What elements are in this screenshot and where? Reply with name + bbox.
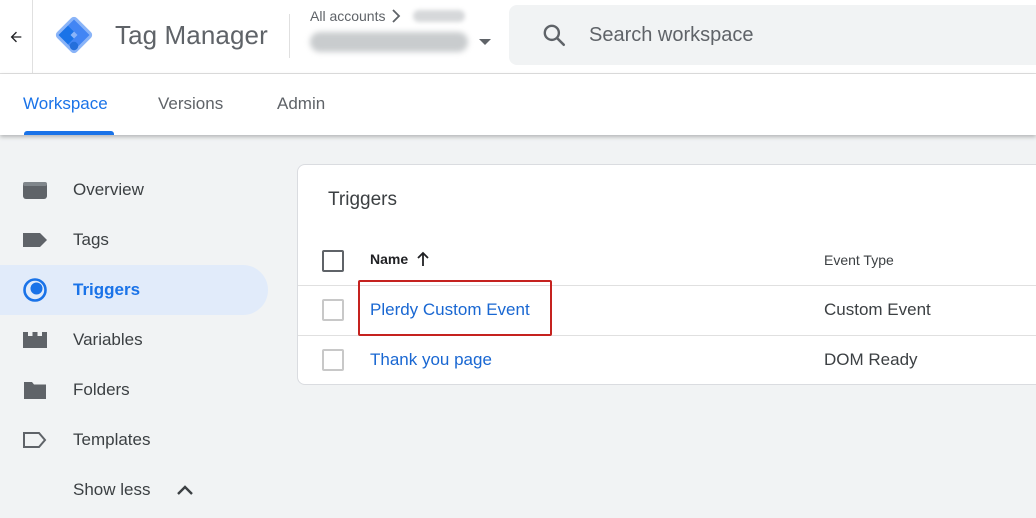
account-name-redacted <box>413 10 466 22</box>
folder-icon <box>22 378 48 402</box>
search-icon <box>543 24 566 47</box>
container-name-redacted <box>310 32 468 52</box>
sidebar-item-label: Folders <box>73 380 130 399</box>
variables-icon <box>22 328 48 352</box>
search-input[interactable] <box>589 23 1009 47</box>
table-header-row: Name Event Type <box>298 235 1036 285</box>
overview-icon <box>22 178 48 202</box>
top-bar: Tag Manager All accounts <box>0 0 1036 74</box>
trigger-icon <box>22 278 48 302</box>
sidebar-item-tags[interactable]: Tags <box>0 215 268 265</box>
tab-admin[interactable]: Admin <box>277 94 325 114</box>
dropdown-arrow-icon <box>479 39 491 45</box>
arrow-back-icon <box>10 31 22 43</box>
sidebar-item-variables[interactable]: Variables <box>0 315 268 365</box>
all-accounts-link[interactable]: All accounts <box>310 8 385 24</box>
chevron-up-icon <box>177 485 193 495</box>
account-selector[interactable]: All accounts <box>310 8 492 52</box>
sidebar-item-label: Triggers <box>73 280 141 299</box>
sidebar-item-label: Tags <box>73 230 109 249</box>
tab-workspace[interactable]: Workspace <box>23 94 108 114</box>
tag-manager-logo-icon <box>55 16 93 54</box>
sidebar-item-folders[interactable]: Folders <box>0 365 268 415</box>
trigger-name-link[interactable]: Thank you page <box>370 350 492 370</box>
back-button[interactable] <box>0 0 33 74</box>
sidebar-item-triggers[interactable]: Triggers <box>0 265 268 315</box>
chevron-right-icon <box>392 9 401 23</box>
row-checkbox[interactable] <box>322 299 344 321</box>
event-type-column-header[interactable]: Event Type <box>824 252 894 268</box>
select-all-checkbox[interactable] <box>322 250 344 272</box>
container-dropdown[interactable] <box>310 32 492 52</box>
sidebar-item-label: Variables <box>73 330 143 349</box>
table-row: Thank you page DOM Ready <box>298 335 1036 385</box>
tag-icon <box>22 228 48 252</box>
show-less-button[interactable]: Show less <box>0 465 268 515</box>
search-bar[interactable] <box>509 5 1036 65</box>
app-title: Tag Manager <box>115 20 268 50</box>
trigger-event-type: Custom Event <box>824 300 931 319</box>
show-less-label: Show less <box>73 480 151 499</box>
tab-versions[interactable]: Versions <box>158 94 223 114</box>
highlight-annotation-box <box>358 280 552 336</box>
header-divider <box>289 14 290 58</box>
template-icon <box>22 428 48 452</box>
active-tab-indicator <box>24 131 114 135</box>
sidebar-item-overview[interactable]: Overview <box>0 165 268 215</box>
arrow-up-sort-icon <box>417 251 429 266</box>
sidebar-item-templates[interactable]: Templates <box>0 415 268 465</box>
name-column-header[interactable]: Name <box>370 251 430 267</box>
tab-bar: Workspace Versions Admin <box>0 74 1036 135</box>
sidebar-item-label: Templates <box>73 430 151 449</box>
trigger-event-type: DOM Ready <box>824 350 918 369</box>
card-title: Triggers <box>328 189 397 210</box>
triggers-card: Triggers Name Event Type Plerdy Custom E… <box>297 164 1036 385</box>
sidebar-item-label: Overview <box>73 180 144 199</box>
row-checkbox[interactable] <box>322 349 344 371</box>
